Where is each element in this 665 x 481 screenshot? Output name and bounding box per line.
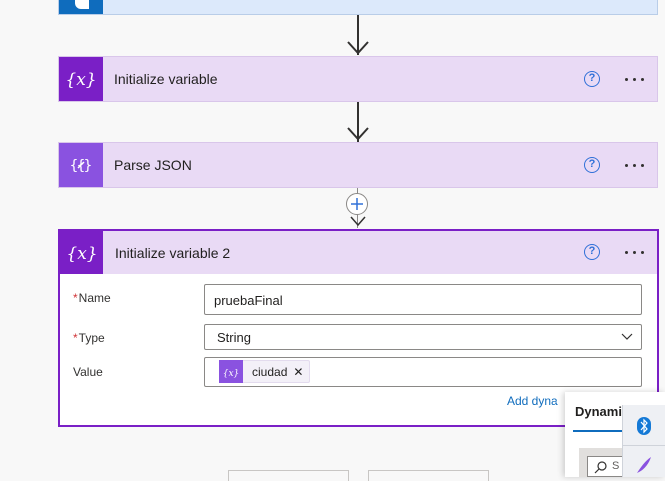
add-dynamic-content-link[interactable]: Add dyna	[507, 394, 558, 408]
add-step-icon[interactable]	[346, 193, 368, 215]
search-icon	[594, 461, 607, 474]
help-icon[interactable]: ?	[584, 244, 600, 260]
parse-json-icon: { { }	[59, 143, 103, 187]
value-input[interactable]: {x} ciudad ✕	[204, 357, 642, 387]
chevron-down-icon	[621, 333, 633, 340]
variable-icon: {x}	[60, 231, 103, 274]
action-card-parse-json[interactable]: { { } Parse JSON ?	[58, 142, 658, 188]
dynamic-token[interactable]: {x} ciudad ✕	[219, 360, 311, 383]
new-step-button[interactable]	[228, 470, 349, 481]
trigger-card[interactable]	[58, 0, 658, 15]
trigger-icon	[59, 0, 103, 14]
type-select[interactable]: String	[204, 324, 642, 350]
more-options-icon[interactable]	[624, 77, 646, 83]
name-input[interactable]: pruebaFinal	[204, 284, 642, 315]
token-label: ciudad	[252, 364, 288, 379]
variable-token-icon: {x}	[219, 360, 243, 383]
help-icon[interactable]: ?	[584, 71, 600, 87]
extension-sidebar	[622, 405, 665, 477]
svg-text:}: }	[84, 158, 93, 174]
type-label: *Type	[73, 331, 105, 345]
more-options-icon[interactable]	[624, 250, 646, 256]
connector-arrow	[350, 216, 366, 227]
more-options-icon[interactable]	[624, 163, 646, 169]
remove-token-icon[interactable]: ✕	[293, 365, 303, 379]
card-title: Parse JSON	[114, 157, 192, 173]
connector-arrow	[347, 127, 369, 141]
quill-icon[interactable]	[635, 455, 653, 475]
card-header[interactable]: {x} Initialize variable 2 ?	[60, 231, 657, 274]
save-button[interactable]	[368, 470, 489, 481]
help-icon[interactable]: ?	[584, 157, 600, 173]
action-card-initialize-variable[interactable]: {x} Initialize variable ?	[58, 56, 658, 102]
tab-dynamic-content[interactable]: Dynami	[575, 404, 622, 419]
name-label: *Name	[73, 291, 111, 305]
svg-text:{x}: {x}	[223, 369, 239, 379]
variable-icon: {x}	[59, 57, 103, 101]
svg-text:{: {	[70, 158, 79, 174]
value-label: Value	[73, 365, 103, 379]
svg-text:{x}: {x}	[66, 244, 97, 264]
connector-arrow	[347, 41, 369, 55]
bluetooth-icon[interactable]	[637, 417, 651, 435]
svg-text:{x}: {x}	[65, 70, 96, 90]
card-title: Initialize variable 2	[115, 245, 231, 261]
card-title: Initialize variable	[114, 71, 218, 87]
